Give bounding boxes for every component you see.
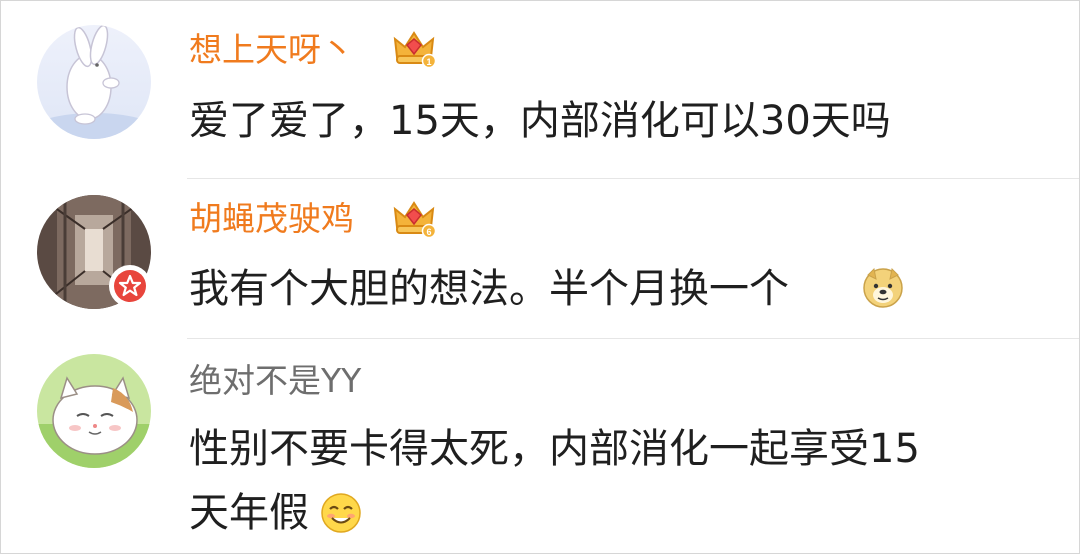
doge-emoji-icon — [861, 265, 905, 309]
vip-crown-icon[interactable]: 1 — [391, 27, 437, 69]
comment-text-line-1: 性别不要卡得太死，内部消化一起享受15 — [189, 426, 920, 472]
avatar[interactable] — [37, 354, 151, 468]
username[interactable]: 胡蝇茂驶鸡 — [189, 199, 354, 239]
vip-level-number: 1 — [426, 57, 431, 67]
comment-item — [1, 1, 1079, 179]
comment-text-line-2: 天年假 — [189, 490, 309, 536]
comment-list: 想上天呀丶 1 爱了爱了，15天，内部消化可以30天吗 胡蝇茂驶鸡 6 我有个大… — [0, 0, 1080, 554]
verified-badge-icon — [109, 265, 151, 307]
comment-text: 我有个大胆的想法。半个月换一个 — [189, 266, 789, 312]
comment-text: 爱了爱了，15天，内部消化可以30天吗 — [189, 98, 891, 144]
vip-level-number: 6 — [426, 227, 431, 237]
username[interactable]: 想上天呀丶 — [189, 30, 354, 70]
vip-crown-icon[interactable]: 6 — [391, 197, 437, 239]
avatar[interactable] — [37, 25, 151, 139]
username[interactable]: 绝对不是YY — [189, 361, 361, 401]
smile-emoji-icon — [319, 491, 363, 535]
